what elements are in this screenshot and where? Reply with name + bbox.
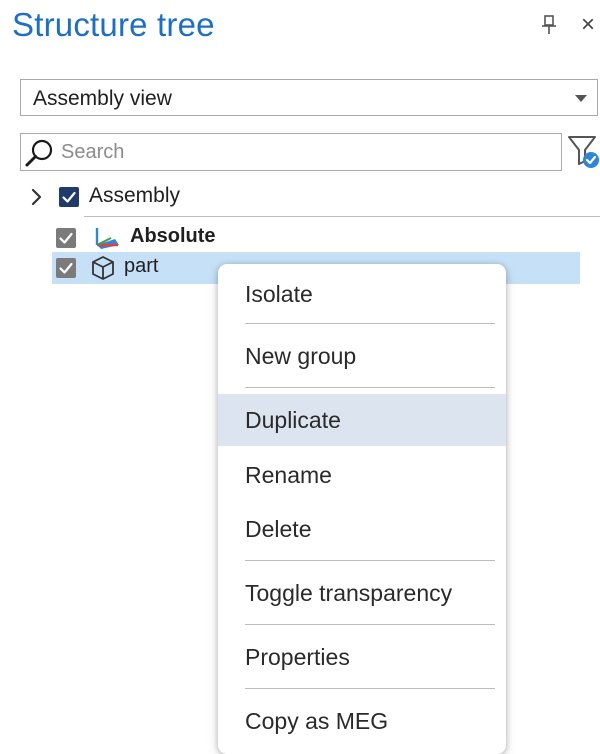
chevron-right-icon[interactable] <box>28 186 46 208</box>
absolute-checkbox[interactable] <box>56 228 76 248</box>
tree-item-absolute[interactable]: Absolute <box>56 224 556 254</box>
menu-separator <box>245 688 495 689</box>
menu-item-copy-as-meg[interactable]: Copy as MEG <box>218 695 506 747</box>
menu-item-delete[interactable]: Delete <box>218 503 506 555</box>
menu-item-duplicate[interactable]: Duplicate <box>218 394 506 446</box>
view-select-value: Assembly view <box>33 87 172 110</box>
chevron-down-icon <box>575 95 587 102</box>
assembly-checkbox[interactable] <box>59 187 79 207</box>
menu-item-new-group[interactable]: New group <box>218 330 506 382</box>
search-icon <box>23 137 57 169</box>
tree-item-label: Assembly <box>89 184 181 207</box>
part-checkbox[interactable] <box>56 258 76 278</box>
tree-divider <box>84 216 600 217</box>
pin-icon[interactable] <box>538 14 560 36</box>
filter-icon[interactable] <box>566 133 600 169</box>
menu-separator <box>245 624 495 625</box>
menu-separator <box>245 560 495 561</box>
menu-item-rename[interactable]: Rename <box>218 449 506 501</box>
context-menu: Isolate New group Duplicate Rename Delet… <box>218 264 506 754</box>
menu-item-isolate[interactable]: Isolate <box>218 268 506 320</box>
view-select[interactable]: Assembly view <box>20 79 598 116</box>
panel-title: Structure tree <box>12 6 215 43</box>
tree-item-label: Absolute <box>130 225 216 247</box>
search-box[interactable] <box>20 133 562 171</box>
menu-item-properties[interactable]: Properties <box>218 631 506 683</box>
tree-item-assembly[interactable]: Assembly <box>28 182 600 214</box>
tree-item-label: part <box>124 255 159 277</box>
menu-item-toggle-transparency[interactable]: Toggle transparency <box>218 567 506 619</box>
coordinate-axes-icon <box>91 225 121 251</box>
menu-separator <box>245 323 495 324</box>
search-input[interactable] <box>61 138 551 166</box>
cube-icon <box>90 255 116 281</box>
menu-separator <box>245 387 495 388</box>
close-icon[interactable]: × <box>576 12 600 38</box>
